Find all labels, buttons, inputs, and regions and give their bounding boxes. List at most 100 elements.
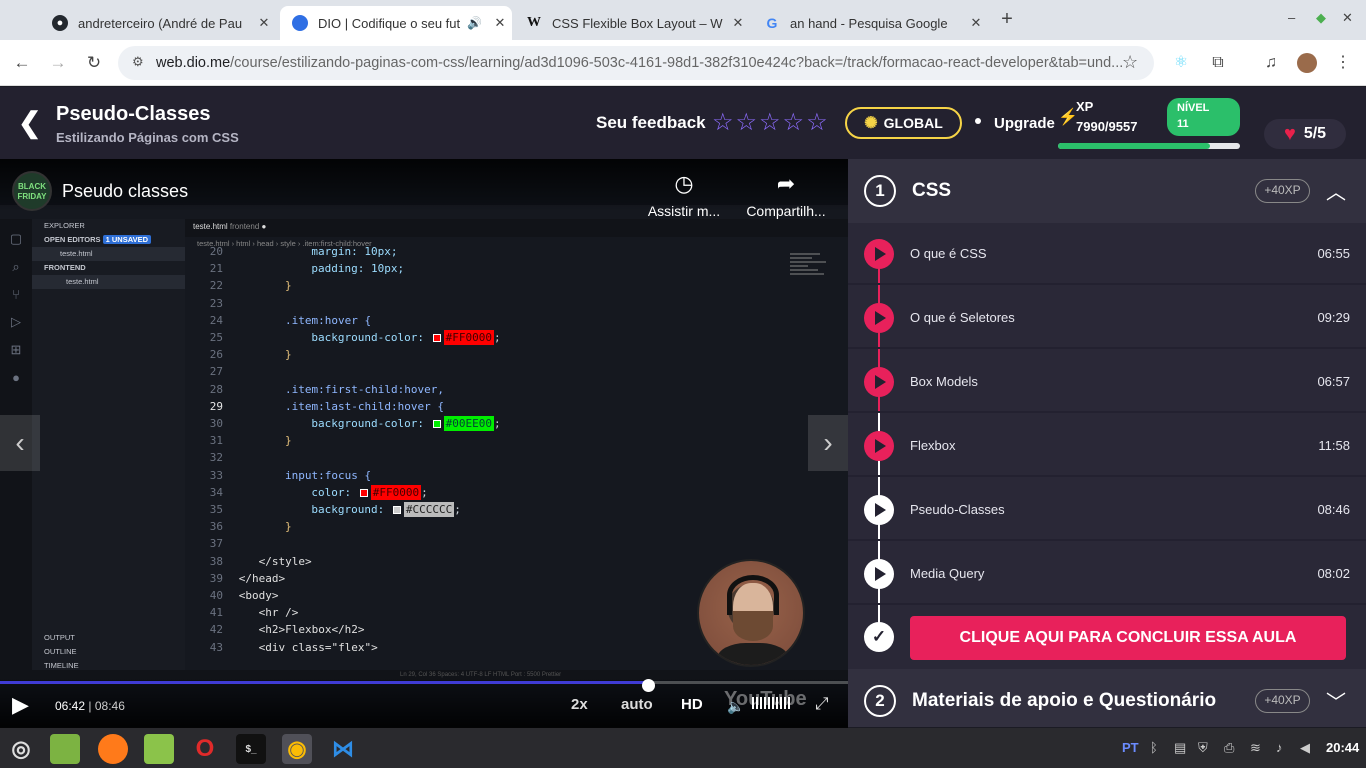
browser-tab-wikipedia[interactable]: W CSS Flexible Box Layout – W ✕ (514, 6, 750, 40)
play-icon[interactable] (864, 303, 894, 333)
forward-arrow-icon[interactable]: → (47, 52, 69, 74)
seek-bar[interactable] (0, 679, 848, 692)
play-icon[interactable]: ▶ (12, 694, 29, 716)
lesson-item[interactable]: Pseudo-Classes 08:46 (848, 479, 1366, 541)
share-button[interactable]: ➦ Compartilh... (746, 173, 826, 220)
separator-dot (975, 118, 981, 124)
firefox-icon[interactable] (98, 734, 128, 764)
browser-tab-strip: ● andreterceiro (André de Pau ✕ DIO | Co… (0, 0, 1366, 40)
opera-icon[interactable]: O (190, 734, 220, 764)
play-icon[interactable] (864, 367, 894, 397)
channel-avatar[interactable]: BLACK FRIDAY (12, 171, 52, 211)
check-icon: ✓ (864, 622, 894, 652)
lesson-name: Flexbox (910, 438, 956, 453)
volume-slider[interactable] (752, 697, 792, 709)
file-manager-icon[interactable] (50, 734, 80, 764)
close-icon[interactable]: ✕ (488, 15, 512, 31)
color-value: #00EE00 (443, 416, 494, 431)
line-number: 37 (209, 537, 223, 551)
fullscreen-icon[interactable]: ⤢ (815, 694, 829, 714)
wifi-icon[interactable]: ≋ (1250, 740, 1261, 756)
speed-button[interactable]: 2x (571, 696, 588, 713)
line-number: 21 (209, 262, 223, 276)
keyboard-layout[interactable]: PT (1122, 740, 1139, 755)
vscode-icon[interactable]: ⋈ (328, 734, 358, 764)
lesson-item[interactable]: Box Models 06:57 (848, 351, 1366, 413)
line-number: 36 (209, 520, 223, 534)
volume-icon[interactable]: ◀ (1300, 740, 1310, 756)
global-button[interactable]: ✺ GLOBAL (845, 107, 962, 139)
media-controls-icon[interactable]: ♫ (1260, 52, 1282, 74)
browser-tab-google[interactable]: G an hand - Pesquisa Google ✕ (752, 6, 988, 40)
line-number: 23 (209, 296, 223, 310)
site-settings-icon[interactable]: ⚙ (132, 54, 144, 70)
close-icon[interactable]: ✕ (964, 15, 988, 31)
play-triangle (875, 503, 886, 517)
browser-tab-dio[interactable]: DIO | Codifique o seu fut 🔊 ✕ (280, 6, 512, 40)
upgrade-link[interactable]: Upgrade (994, 115, 1055, 132)
rating-stars[interactable]: ☆☆☆☆☆ (712, 108, 830, 137)
lesson-duration: 06:55 (1317, 246, 1350, 261)
lightning-icon: ⚡ (1058, 109, 1078, 126)
time-display: 06:42 | 08:46 (55, 699, 125, 713)
back-chevron-icon[interactable]: ❮ (18, 109, 41, 137)
seek-handle[interactable] (641, 679, 655, 692)
folder-header: FRONTEND (44, 263, 86, 272)
reload-icon[interactable]: ↻ (83, 52, 105, 74)
minimize-icon[interactable]: – (1288, 10, 1295, 25)
volume-icon[interactable]: 🔈 (727, 698, 744, 715)
lesson-item[interactable]: O que é CSS 06:55 (848, 223, 1366, 285)
react-devtools-icon[interactable]: ⚛ (1170, 52, 1192, 74)
section-materials[interactable]: 2 Materiais de apoio e Questionário +40X… (848, 669, 1366, 727)
browser-tab-github[interactable]: ● andreterceiro (André de Pau ✕ (40, 6, 276, 40)
menu-kebab-icon[interactable]: ⋮ (1332, 52, 1354, 74)
chevron-up-icon[interactable]: ︿ (1326, 176, 1346, 205)
lesson-item[interactable]: Media Query 08:02 (848, 543, 1366, 605)
quality-auto-button[interactable]: auto (621, 696, 653, 713)
close-icon[interactable]: ✕ (726, 15, 750, 31)
clipboard-icon[interactable]: ▤ (1174, 740, 1186, 756)
play-icon[interactable] (864, 431, 894, 461)
lesson-item[interactable]: O que é Seletores 09:29 (848, 287, 1366, 349)
window-close-icon[interactable]: ✕ (1342, 10, 1353, 26)
color-swatch (359, 488, 368, 497)
printer-icon[interactable]: ⎙ (1224, 740, 1234, 756)
terminal-icon[interactable]: $_ (236, 734, 266, 764)
back-arrow-icon[interactable]: ← (11, 52, 33, 74)
prev-lesson-arrow-icon[interactable]: ‹ (0, 415, 40, 471)
watch-later-button[interactable]: ◷ Assistir m... (646, 173, 722, 220)
music-icon[interactable]: ♪ (1276, 740, 1283, 755)
video-title[interactable]: Pseudo classes (62, 181, 188, 202)
next-lesson-arrow-icon[interactable]: › (808, 415, 848, 471)
profile-avatar[interactable] (1297, 53, 1317, 73)
play-icon[interactable] (864, 495, 894, 525)
close-icon[interactable]: ✕ (252, 15, 276, 31)
play-icon[interactable] (864, 559, 894, 589)
chevron-down-icon[interactable]: ﹀ (1326, 686, 1346, 715)
extensions-icon[interactable]: ⧉ (1207, 52, 1229, 74)
play-icon[interactable] (864, 239, 894, 269)
code-semicolon: ; (493, 331, 501, 344)
section-css[interactable]: 1 CSS +40XP ︿ (848, 159, 1366, 223)
mint-menu-icon[interactable]: ◎ (6, 734, 36, 764)
course-subtitle: Estilizando Páginas com CSS (56, 130, 239, 145)
shield-icon[interactable]: ⛨ (1198, 740, 1208, 756)
level-badge: NÍVEL 11 (1167, 98, 1240, 136)
maximize-icon[interactable]: ◆ (1316, 10, 1326, 26)
bluetooth-icon[interactable]: ᛒ (1150, 740, 1158, 755)
lesson-name: Pseudo-Classes (910, 502, 1005, 517)
bookmark-star-icon[interactable]: ☆ (1122, 52, 1138, 73)
conclude-lesson-button[interactable]: CLIQUE AQUI PARA CONCLUIR ESSA AULA (910, 616, 1346, 660)
chrome-icon[interactable]: ◉ (282, 734, 312, 764)
video-player[interactable]: ▢ ⌕ ⑂ ▷ ⊞ ● EXPLORER OPEN EDITORS 1 UNSA… (0, 159, 848, 727)
code-line: margin: 10px; (311, 245, 397, 258)
xp-progress-bar (1058, 143, 1240, 149)
new-tab-button[interactable]: + (996, 8, 1018, 32)
code-text: } (285, 348, 292, 362)
lesson-item[interactable]: Flexbox 11:58 (848, 415, 1366, 477)
section-xp-badge: +40XP (1255, 179, 1310, 203)
url-bar[interactable]: web.dio.me/course/estilizando-paginas-co… (118, 46, 1154, 80)
speaker-icon[interactable]: 🔊 (467, 16, 482, 30)
folder-icon[interactable] (144, 734, 174, 764)
hd-button[interactable]: HD (681, 696, 703, 713)
